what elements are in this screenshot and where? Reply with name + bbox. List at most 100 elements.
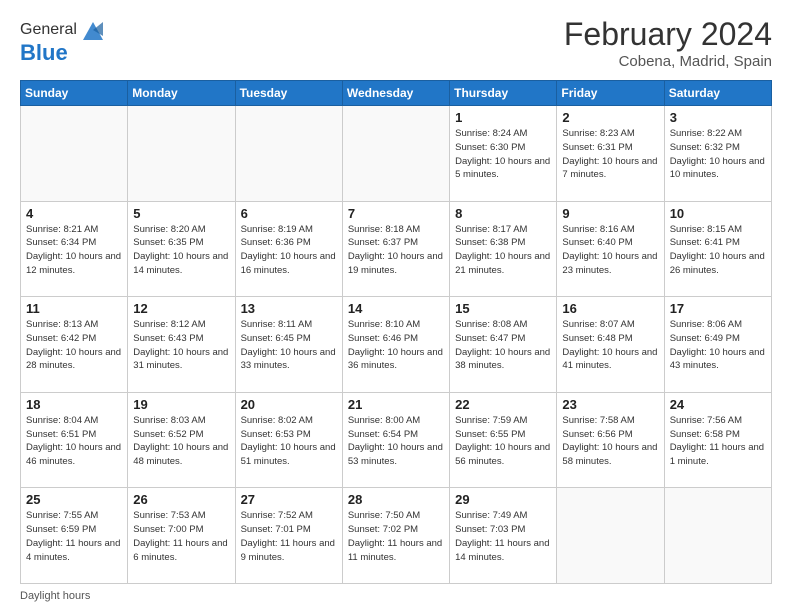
title-location: Cobena, Madrid, Spain bbox=[564, 53, 772, 70]
day-number: 14 bbox=[348, 301, 444, 316]
calendar-header-cell: Wednesday bbox=[342, 81, 449, 106]
day-info: Sunrise: 7:52 AM Sunset: 7:01 PM Dayligh… bbox=[241, 509, 337, 564]
day-info: Sunrise: 8:22 AM Sunset: 6:32 PM Dayligh… bbox=[670, 127, 766, 182]
day-number: 20 bbox=[241, 397, 337, 412]
page: General Blue February 2024 Cobena, Madri… bbox=[0, 0, 792, 612]
header: General Blue February 2024 Cobena, Madri… bbox=[20, 16, 772, 70]
day-info: Sunrise: 8:03 AM Sunset: 6:52 PM Dayligh… bbox=[133, 414, 229, 469]
day-info: Sunrise: 8:04 AM Sunset: 6:51 PM Dayligh… bbox=[26, 414, 122, 469]
calendar-day-cell: 10 Sunrise: 8:15 AM Sunset: 6:41 PM Dayli… bbox=[664, 201, 771, 297]
day-number: 7 bbox=[348, 206, 444, 221]
day-info: Sunrise: 8:19 AM Sunset: 6:36 PM Dayligh… bbox=[241, 223, 337, 278]
day-number: 3 bbox=[670, 110, 766, 125]
day-number: 17 bbox=[670, 301, 766, 316]
day-info: Sunrise: 7:53 AM Sunset: 7:00 PM Dayligh… bbox=[133, 509, 229, 564]
day-number: 21 bbox=[348, 397, 444, 412]
daylight-label: Daylight hours bbox=[20, 590, 90, 602]
calendar-day-cell: 27 Sunrise: 7:52 AM Sunset: 7:01 PM Dayli… bbox=[235, 488, 342, 584]
day-info: Sunrise: 7:49 AM Sunset: 7:03 PM Dayligh… bbox=[455, 509, 551, 564]
calendar-header-cell: Tuesday bbox=[235, 81, 342, 106]
day-number: 4 bbox=[26, 206, 122, 221]
day-number: 16 bbox=[562, 301, 658, 316]
day-info: Sunrise: 8:06 AM Sunset: 6:49 PM Dayligh… bbox=[670, 318, 766, 373]
day-number: 22 bbox=[455, 397, 551, 412]
day-info: Sunrise: 8:00 AM Sunset: 6:54 PM Dayligh… bbox=[348, 414, 444, 469]
calendar-table: SundayMondayTuesdayWednesdayThursdayFrid… bbox=[20, 80, 772, 584]
calendar-day-cell: 14 Sunrise: 8:10 AM Sunset: 6:46 PM Dayli… bbox=[342, 297, 449, 393]
day-number: 15 bbox=[455, 301, 551, 316]
day-number: 26 bbox=[133, 492, 229, 507]
day-number: 27 bbox=[241, 492, 337, 507]
calendar-day-cell bbox=[21, 106, 128, 202]
calendar-day-cell: 8 Sunrise: 8:17 AM Sunset: 6:38 PM Daylig… bbox=[450, 201, 557, 297]
calendar-header-row: SundayMondayTuesdayWednesdayThursdayFrid… bbox=[21, 81, 772, 106]
footer: Daylight hours bbox=[20, 590, 772, 602]
title-month: February 2024 bbox=[564, 16, 772, 53]
calendar-day-cell: 29 Sunrise: 7:49 AM Sunset: 7:03 PM Dayli… bbox=[450, 488, 557, 584]
calendar-day-cell: 13Sunrise: 8:11 AM Sunset: 6:45 PM Dayli… bbox=[235, 297, 342, 393]
calendar-day-cell: 18 Sunrise: 8:04 AM Sunset: 6:51 PM Dayli… bbox=[21, 392, 128, 488]
day-number: 8 bbox=[455, 206, 551, 221]
title-block: February 2024 Cobena, Madrid, Spain bbox=[564, 16, 772, 70]
logo-general: General bbox=[20, 21, 77, 39]
day-info: Sunrise: 8:02 AM Sunset: 6:53 PM Dayligh… bbox=[241, 414, 337, 469]
calendar-body: 1 Sunrise: 8:24 AM Sunset: 6:30 PM Daylig… bbox=[21, 106, 772, 584]
calendar-day-cell bbox=[557, 488, 664, 584]
calendar-day-cell: 5Sunrise: 8:20 AM Sunset: 6:35 PM Daylig… bbox=[128, 201, 235, 297]
calendar-week-row: 18 Sunrise: 8:04 AM Sunset: 6:51 PM Dayli… bbox=[21, 392, 772, 488]
day-number: 29 bbox=[455, 492, 551, 507]
day-number: 1 bbox=[455, 110, 551, 125]
calendar-day-cell: 11 Sunrise: 8:13 AM Sunset: 6:42 PM Dayli… bbox=[21, 297, 128, 393]
day-number: 23 bbox=[562, 397, 658, 412]
day-number: 11 bbox=[26, 301, 122, 316]
day-number: 13 bbox=[241, 301, 337, 316]
calendar-day-cell: 20 Sunrise: 8:02 AM Sunset: 6:53 PM Dayli… bbox=[235, 392, 342, 488]
calendar-day-cell bbox=[128, 106, 235, 202]
day-info: Sunrise: 8:07 AM Sunset: 6:48 PM Dayligh… bbox=[562, 318, 658, 373]
day-number: 25 bbox=[26, 492, 122, 507]
day-number: 24 bbox=[670, 397, 766, 412]
calendar-day-cell: 17 Sunrise: 8:06 AM Sunset: 6:49 PM Dayli… bbox=[664, 297, 771, 393]
logo-text-block: General Blue bbox=[20, 16, 107, 66]
day-info: Sunrise: 8:13 AM Sunset: 6:42 PM Dayligh… bbox=[26, 318, 122, 373]
calendar-day-cell: 24Sunrise: 7:56 AM Sunset: 6:58 PM Dayli… bbox=[664, 392, 771, 488]
logo-icon bbox=[79, 16, 107, 44]
calendar-day-cell: 9 Sunrise: 8:16 AM Sunset: 6:40 PM Daylig… bbox=[557, 201, 664, 297]
calendar-day-cell: 25 Sunrise: 7:55 AM Sunset: 6:59 PM Dayli… bbox=[21, 488, 128, 584]
calendar-day-cell: 23 Sunrise: 7:58 AM Sunset: 6:56 PM Dayli… bbox=[557, 392, 664, 488]
day-info: Sunrise: 7:55 AM Sunset: 6:59 PM Dayligh… bbox=[26, 509, 122, 564]
day-number: 6 bbox=[241, 206, 337, 221]
day-number: 9 bbox=[562, 206, 658, 221]
day-info: Sunrise: 8:20 AM Sunset: 6:35 PM Dayligh… bbox=[133, 223, 229, 278]
calendar-week-row: 4 Sunrise: 8:21 AM Sunset: 6:34 PM Daylig… bbox=[21, 201, 772, 297]
day-info: Sunrise: 8:12 AM Sunset: 6:43 PM Dayligh… bbox=[133, 318, 229, 373]
day-number: 19 bbox=[133, 397, 229, 412]
day-number: 28 bbox=[348, 492, 444, 507]
calendar-header-cell: Saturday bbox=[664, 81, 771, 106]
day-info: Sunrise: 7:58 AM Sunset: 6:56 PM Dayligh… bbox=[562, 414, 658, 469]
day-number: 10 bbox=[670, 206, 766, 221]
calendar-day-cell: 15 Sunrise: 8:08 AM Sunset: 6:47 PM Dayli… bbox=[450, 297, 557, 393]
day-info: Sunrise: 8:17 AM Sunset: 6:38 PM Dayligh… bbox=[455, 223, 551, 278]
day-info: Sunrise: 8:10 AM Sunset: 6:46 PM Dayligh… bbox=[348, 318, 444, 373]
calendar-week-row: 1 Sunrise: 8:24 AM Sunset: 6:30 PM Daylig… bbox=[21, 106, 772, 202]
calendar-day-cell bbox=[342, 106, 449, 202]
day-info: Sunrise: 7:50 AM Sunset: 7:02 PM Dayligh… bbox=[348, 509, 444, 564]
day-info: Sunrise: 8:16 AM Sunset: 6:40 PM Dayligh… bbox=[562, 223, 658, 278]
calendar-header-cell: Friday bbox=[557, 81, 664, 106]
day-number: 18 bbox=[26, 397, 122, 412]
day-info: Sunrise: 8:08 AM Sunset: 6:47 PM Dayligh… bbox=[455, 318, 551, 373]
calendar-day-cell bbox=[664, 488, 771, 584]
day-info: Sunrise: 8:21 AM Sunset: 6:34 PM Dayligh… bbox=[26, 223, 122, 278]
calendar-day-cell: 3 Sunrise: 8:22 AM Sunset: 6:32 PM Daylig… bbox=[664, 106, 771, 202]
day-info: Sunrise: 8:15 AM Sunset: 6:41 PM Dayligh… bbox=[670, 223, 766, 278]
day-number: 2 bbox=[562, 110, 658, 125]
day-number: 12 bbox=[133, 301, 229, 316]
calendar-day-cell bbox=[235, 106, 342, 202]
day-info: Sunrise: 8:23 AM Sunset: 6:31 PM Dayligh… bbox=[562, 127, 658, 182]
day-info: Sunrise: 8:24 AM Sunset: 6:30 PM Dayligh… bbox=[455, 127, 551, 182]
day-info: Sunrise: 8:18 AM Sunset: 6:37 PM Dayligh… bbox=[348, 223, 444, 278]
calendar-day-cell: 6 Sunrise: 8:19 AM Sunset: 6:36 PM Daylig… bbox=[235, 201, 342, 297]
logo: General Blue bbox=[20, 16, 107, 66]
calendar-day-cell: 16 Sunrise: 8:07 AM Sunset: 6:48 PM Dayli… bbox=[557, 297, 664, 393]
